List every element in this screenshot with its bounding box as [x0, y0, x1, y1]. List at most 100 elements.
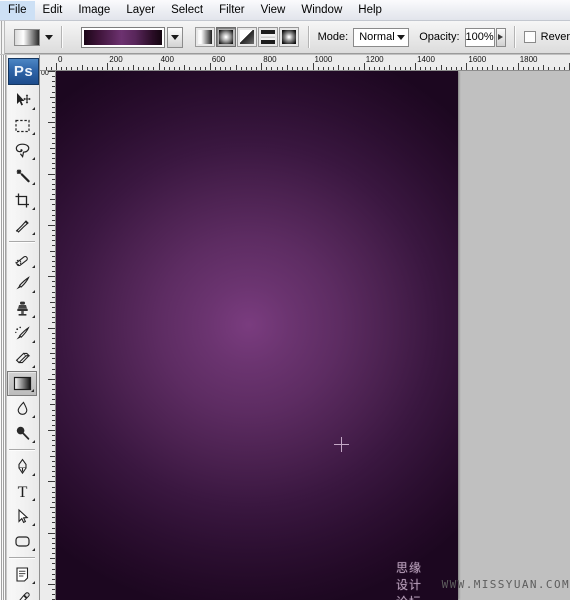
opacity-label: Opacity:: [419, 31, 460, 43]
tool-preset-swatch: [14, 28, 41, 46]
gradient-tool[interactable]: [7, 371, 37, 396]
clone-stamp-tool[interactable]: [7, 296, 37, 321]
type-tool[interactable]: T: [7, 479, 37, 504]
linear-gradient-button[interactable]: [195, 27, 216, 47]
eraser-tool[interactable]: [7, 346, 37, 371]
tool-flyout-indicator: [32, 498, 35, 501]
magic-wand-tool[interactable]: [7, 163, 37, 188]
ruler-tick: [52, 548, 55, 549]
ruler-tick: [50, 353, 55, 354]
healing-brush-tool[interactable]: [7, 246, 37, 271]
shape-tool[interactable]: [7, 529, 37, 554]
ruler-tick: [52, 358, 55, 359]
ruler-tick: [52, 492, 55, 493]
diamond-gradient-button[interactable]: [279, 27, 300, 47]
ruler-tick: [323, 67, 324, 70]
ruler-tick: [266, 67, 267, 70]
gradient-preview-frame[interactable]: [81, 26, 166, 48]
ruler-tick: [52, 143, 55, 144]
menu-item-layer[interactable]: Layer: [118, 1, 163, 20]
ruler-tick: [52, 266, 55, 267]
menu-item-select[interactable]: Select: [163, 1, 211, 20]
ruler-label: 1200: [365, 55, 384, 64]
move-tool[interactable]: [7, 88, 37, 113]
ruler-tick: [451, 67, 452, 70]
tool-palette-drag-grip[interactable]: [0, 55, 7, 600]
ruler-tick: [50, 251, 55, 252]
blur-tool[interactable]: [7, 396, 37, 421]
ruler-tick: [87, 67, 88, 70]
ruler-tick: [430, 67, 431, 70]
ruler-tick: [389, 65, 390, 70]
menu-item-filter[interactable]: Filter: [211, 1, 253, 20]
menu-item-file[interactable]: File: [0, 0, 35, 20]
reverse-checkbox[interactable]: [523, 31, 536, 43]
ruler-tick: [52, 184, 55, 185]
angle-gradient-button[interactable]: [237, 27, 258, 47]
tool-list: T: [7, 88, 39, 600]
opacity-stepper-button[interactable]: [495, 27, 507, 47]
ruler-tick: [52, 594, 55, 595]
menu-item-view[interactable]: View: [253, 1, 294, 20]
menu-item-window[interactable]: Window: [293, 1, 350, 20]
vertical-ruler[interactable]: 00: [40, 71, 56, 600]
tool-flyout-indicator: [32, 340, 35, 343]
ruler-tick: [52, 102, 55, 103]
ruler-tick: [77, 67, 78, 70]
ruler-tick: [538, 67, 539, 70]
history-brush-tool[interactable]: [7, 321, 37, 346]
reflected-gradient-button[interactable]: [258, 27, 279, 47]
ruler-tick: [52, 215, 55, 216]
crosshair-cursor: [334, 437, 349, 452]
ruler-tick: [184, 65, 185, 70]
tool-flyout-indicator: [32, 157, 35, 160]
ruler-tick: [50, 558, 55, 559]
ruler-label: 1400: [417, 55, 435, 64]
gradient-preset-picker[interactable]: [81, 26, 184, 48]
ruler-tick: [164, 67, 165, 70]
menu-item-help[interactable]: Help: [350, 1, 390, 20]
lasso-tool[interactable]: [7, 138, 37, 163]
ruler-tick: [461, 67, 462, 70]
ruler-tick: [153, 67, 154, 70]
menu-item-image[interactable]: Image: [70, 1, 118, 20]
tool-group-divider: [9, 449, 35, 451]
ruler-tick: [395, 67, 396, 70]
pen-tool[interactable]: [7, 454, 37, 479]
eyedropper-tool[interactable]: [7, 587, 37, 600]
slice-tool[interactable]: [7, 213, 37, 238]
ruler-tick: [338, 65, 339, 70]
rectangular-marquee-tool[interactable]: [7, 113, 37, 138]
ruler-tick: [261, 63, 262, 70]
menu-item-edit[interactable]: Edit: [35, 1, 71, 20]
horizontal-ruler[interactable]: 020040060080010001200140016001800200: [40, 55, 570, 71]
ruler-tick: [52, 384, 55, 385]
tool-group-divider: [9, 241, 35, 243]
notes-tool[interactable]: [7, 562, 37, 587]
brush-tool[interactable]: [7, 271, 37, 296]
radial-gradient-icon: [219, 30, 234, 44]
ruler-tick: [52, 189, 55, 190]
ruler-label: 400: [160, 55, 174, 64]
ruler-tick: [52, 512, 55, 513]
ruler-tick: [48, 71, 55, 72]
tool-flyout-indicator: [32, 207, 35, 210]
ruler-tick: [52, 297, 55, 298]
reverse-checkbox-group[interactable]: Rever: [523, 31, 570, 43]
ruler-tick: [328, 67, 329, 70]
crop-tool[interactable]: [7, 188, 37, 213]
ruler-tick: [52, 112, 55, 113]
tool-preset-picker[interactable]: [14, 28, 54, 46]
blend-mode-select[interactable]: Normal: [353, 27, 410, 47]
tool-flyout-indicator: [32, 182, 35, 185]
gradient-preset-dropdown-button[interactable]: [167, 26, 184, 48]
document-canvas[interactable]: [56, 71, 458, 600]
ruler-tick: [52, 194, 55, 195]
ruler-tick: [52, 374, 55, 375]
radial-gradient-button[interactable]: [216, 27, 237, 47]
path-selection-tool[interactable]: [7, 504, 37, 529]
dodge-tool[interactable]: [7, 421, 37, 446]
opacity-input[interactable]: 100%: [464, 27, 495, 47]
options-bar-drag-grip[interactable]: [0, 20, 6, 54]
ruler-tick: [52, 420, 55, 421]
